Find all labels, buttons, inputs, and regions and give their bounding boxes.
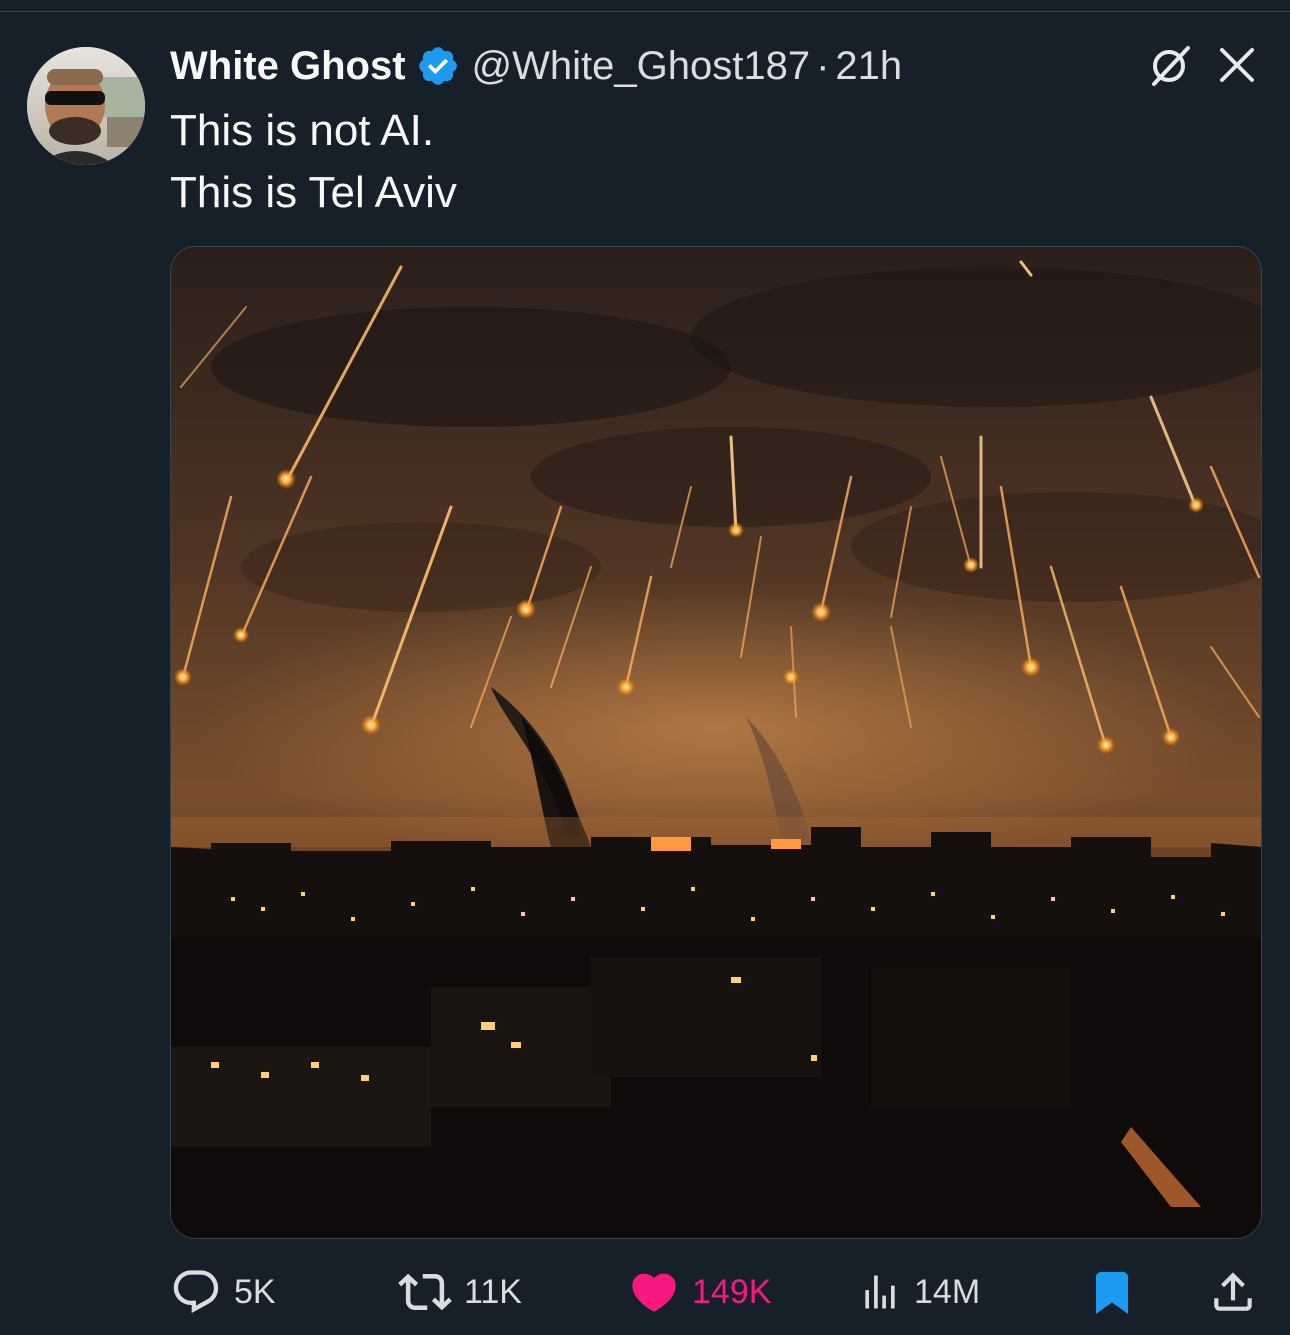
views-count: 14M	[914, 1272, 981, 1311]
heart-icon	[632, 1273, 676, 1312]
separator-dot: ·	[816, 43, 830, 88]
top-actions	[1148, 42, 1258, 88]
retweet-button[interactable]: 11K	[398, 1262, 522, 1322]
bookmark-button[interactable]	[1088, 1262, 1136, 1322]
views-chart-icon	[865, 1275, 895, 1309]
tweet-text-line-1: This is not AI.	[170, 106, 435, 155]
tweet-header: White Ghost @White_Ghost187 · 21h	[170, 40, 902, 92]
grok-icon[interactable]	[1148, 42, 1194, 88]
tweet-actions: 5K 11K 149K 14M	[170, 1262, 1262, 1322]
retweet-icon	[398, 1273, 452, 1311]
verified-badge-icon	[418, 47, 457, 85]
avatar-image	[27, 47, 145, 165]
author-name[interactable]: White Ghost	[170, 44, 406, 89]
views-button[interactable]: 14M	[858, 1262, 980, 1322]
author-handle[interactable]: @White_Ghost187	[472, 44, 811, 89]
reply-icon	[173, 1270, 219, 1314]
night-sky-photo	[171, 247, 1261, 1238]
like-count: 149K	[692, 1272, 772, 1311]
reply-button[interactable]: 5K	[170, 1262, 276, 1322]
share-icon	[1214, 1272, 1252, 1311]
avatar[interactable]	[27, 47, 145, 165]
tweet-time[interactable]: 21h	[835, 44, 902, 89]
reply-count: 5K	[234, 1272, 276, 1311]
bookmark-icon	[1096, 1272, 1128, 1314]
close-icon[interactable]	[1216, 44, 1258, 86]
retweet-count: 11K	[464, 1272, 522, 1311]
top-divider	[0, 11, 1290, 12]
share-button[interactable]	[1208, 1262, 1258, 1322]
tweet-text-line-2: This is Tel Aviv	[170, 168, 457, 217]
like-button[interactable]: 149K	[628, 1262, 771, 1322]
tweet-media[interactable]	[170, 246, 1262, 1239]
tweet-text: This is not AI. This is Tel Aviv	[170, 100, 457, 224]
